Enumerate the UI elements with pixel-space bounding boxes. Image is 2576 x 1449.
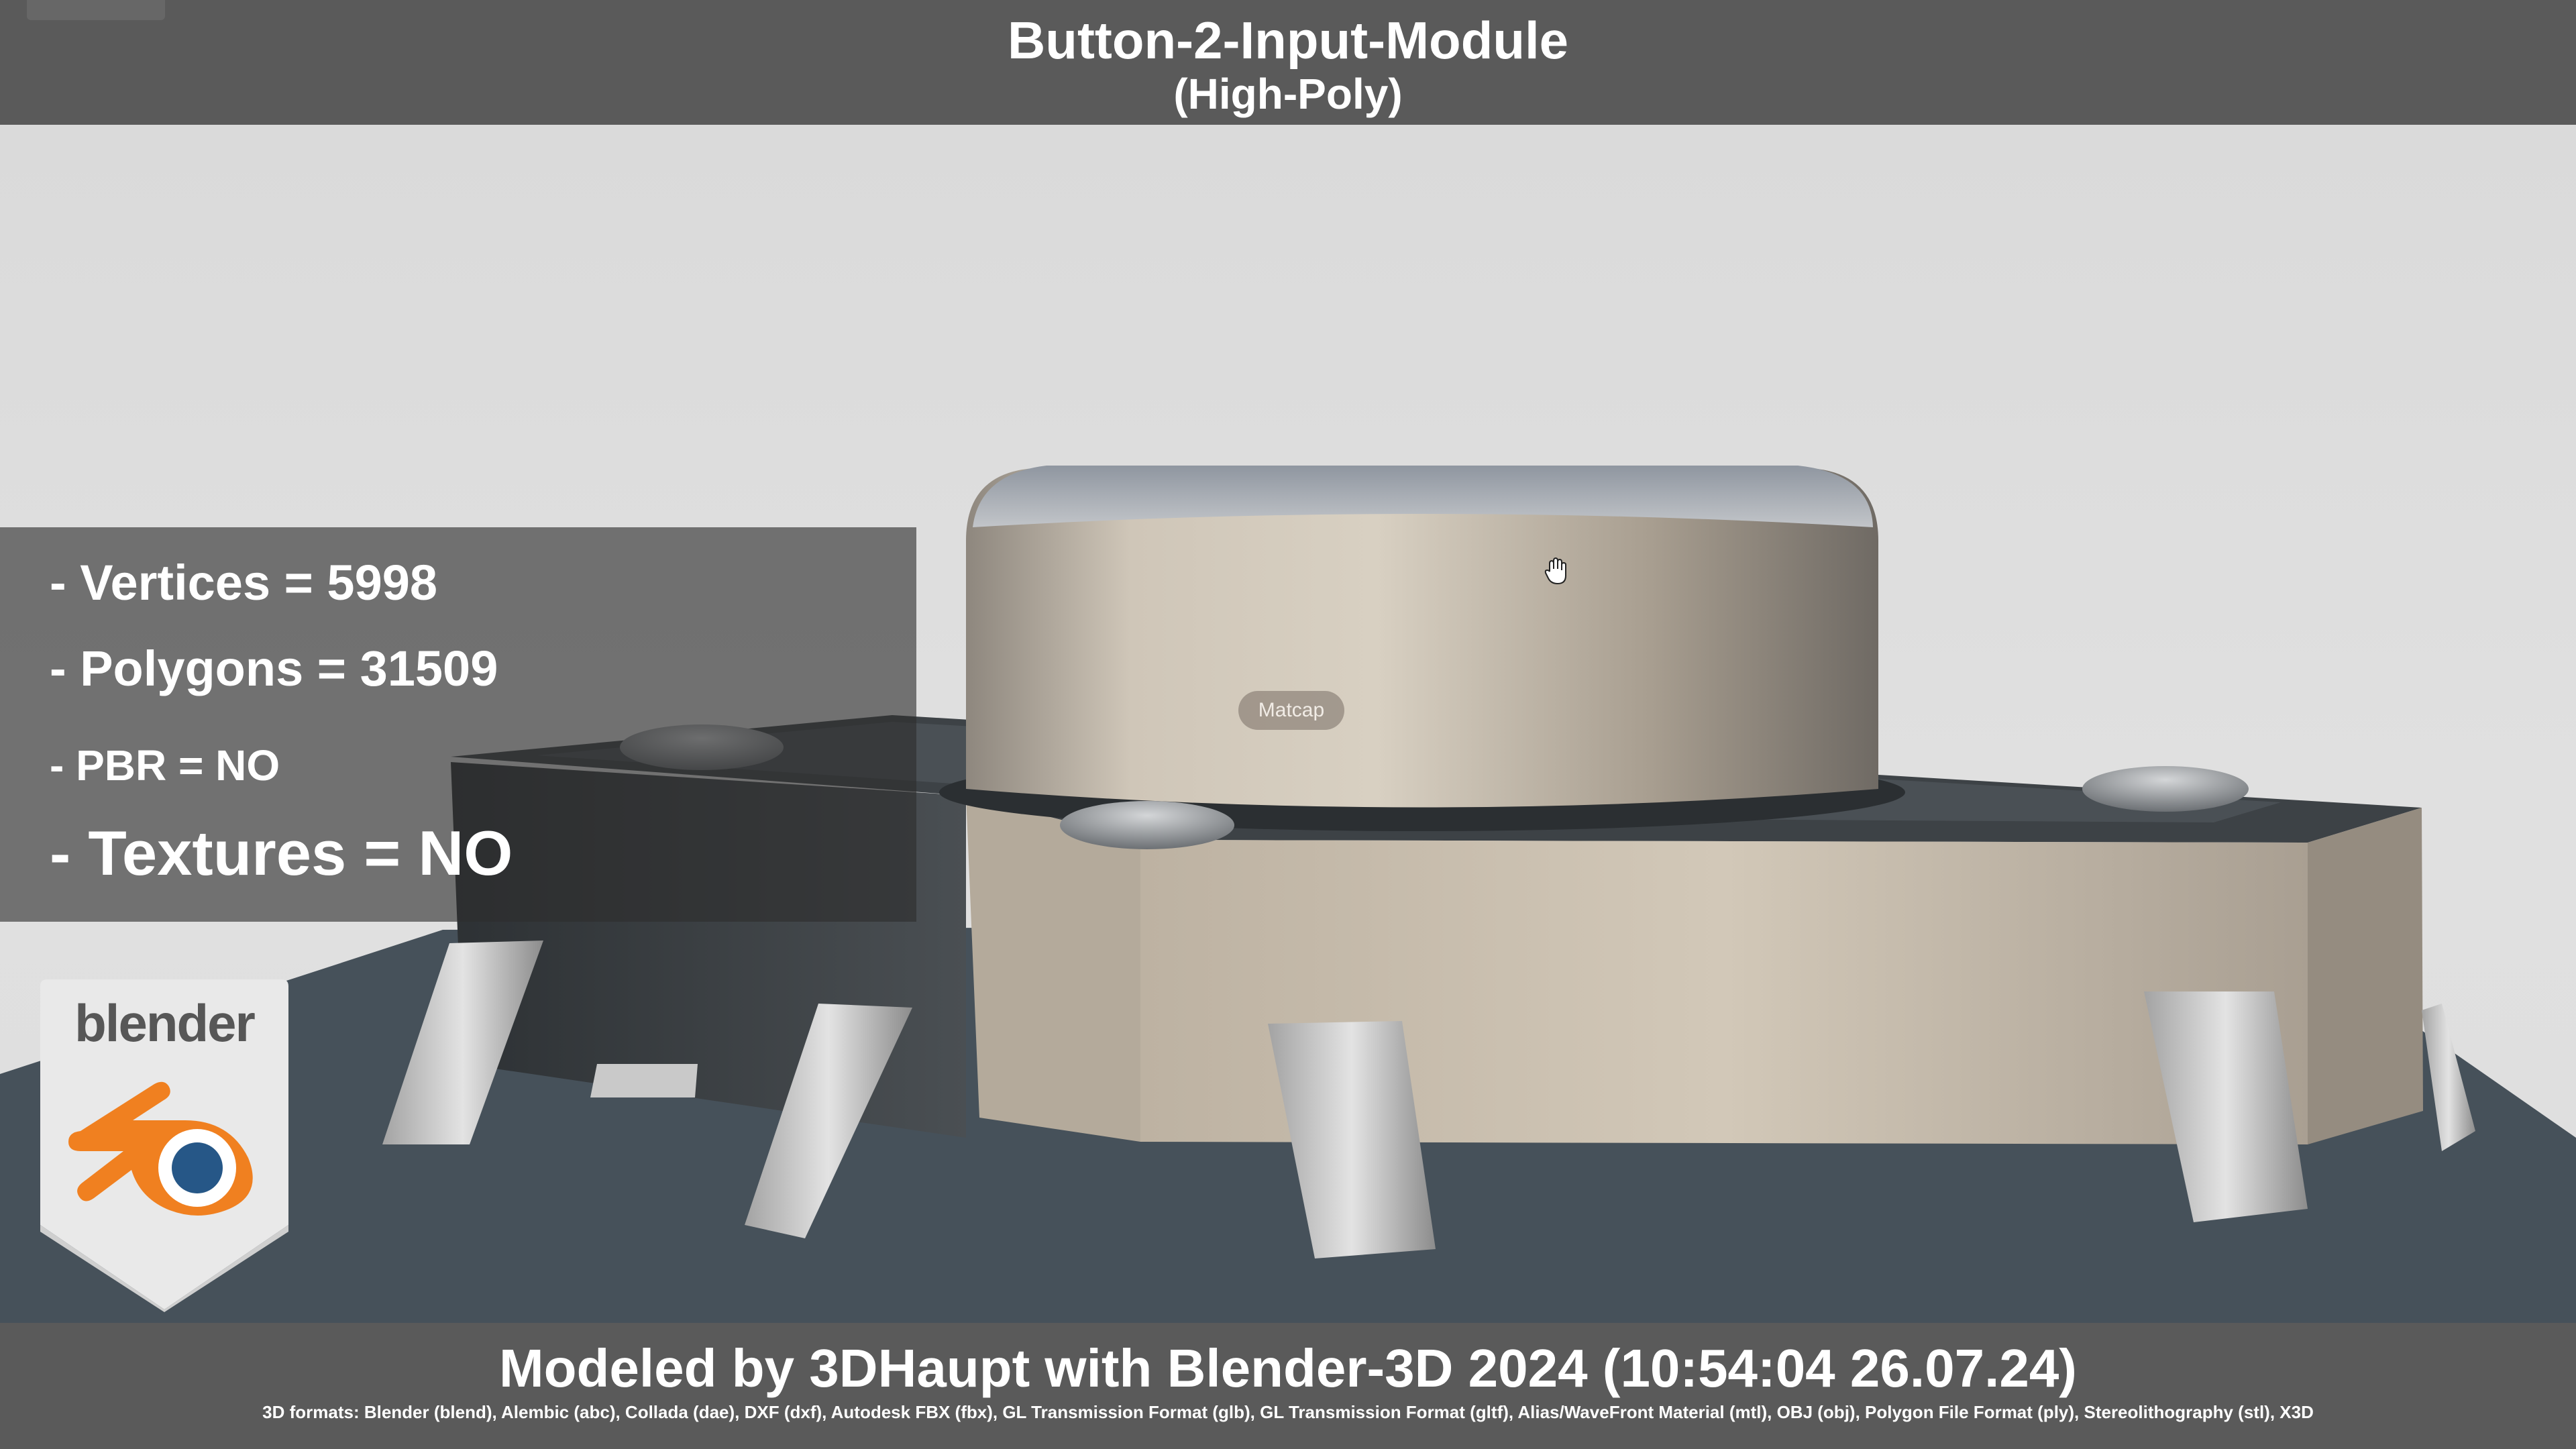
corner-tab (27, 0, 165, 20)
polygons-count: - Polygons = 31509 (50, 641, 498, 696)
vertices-count: - Vertices = 5998 (50, 555, 438, 610)
formats-line: 3D formats: Blender (blend), Alembic (ab… (262, 1402, 2314, 1422)
render-preview: Button-2-Input-Module (High-Poly) - Vert… (0, 0, 2576, 1449)
leg-back (590, 1064, 698, 1097)
hand-grab-icon (1543, 557, 1570, 586)
model-subtitle: (High-Poly) (1173, 70, 1403, 118)
stats-panel: - Vertices = 5998 - Polygons = 31509 - P… (0, 527, 916, 922)
footer-bar: Modeled by 3DHaupt with Blender-3D 2024 … (0, 1323, 2576, 1449)
credit-line: Modeled by 3DHaupt with Blender-3D 2024 … (499, 1338, 2077, 1398)
blender-logo: blender (38, 977, 291, 1312)
blender-wordmark: blender (74, 994, 256, 1053)
blender-logo-icon (68, 1081, 253, 1216)
title-bar: Button-2-Input-Module (High-Poly) (0, 0, 2576, 125)
model-title: Button-2-Input-Module (1007, 11, 1569, 70)
body-front (966, 796, 1140, 1142)
nub-right (2082, 766, 2249, 812)
matcap-tooltip: Matcap (1238, 691, 1344, 730)
nub-front (1060, 801, 1234, 849)
body-right-side (2308, 808, 2423, 1144)
textures-status: - Textures = NO (50, 818, 513, 888)
pbr-status: - PBR = NO (50, 741, 280, 790)
